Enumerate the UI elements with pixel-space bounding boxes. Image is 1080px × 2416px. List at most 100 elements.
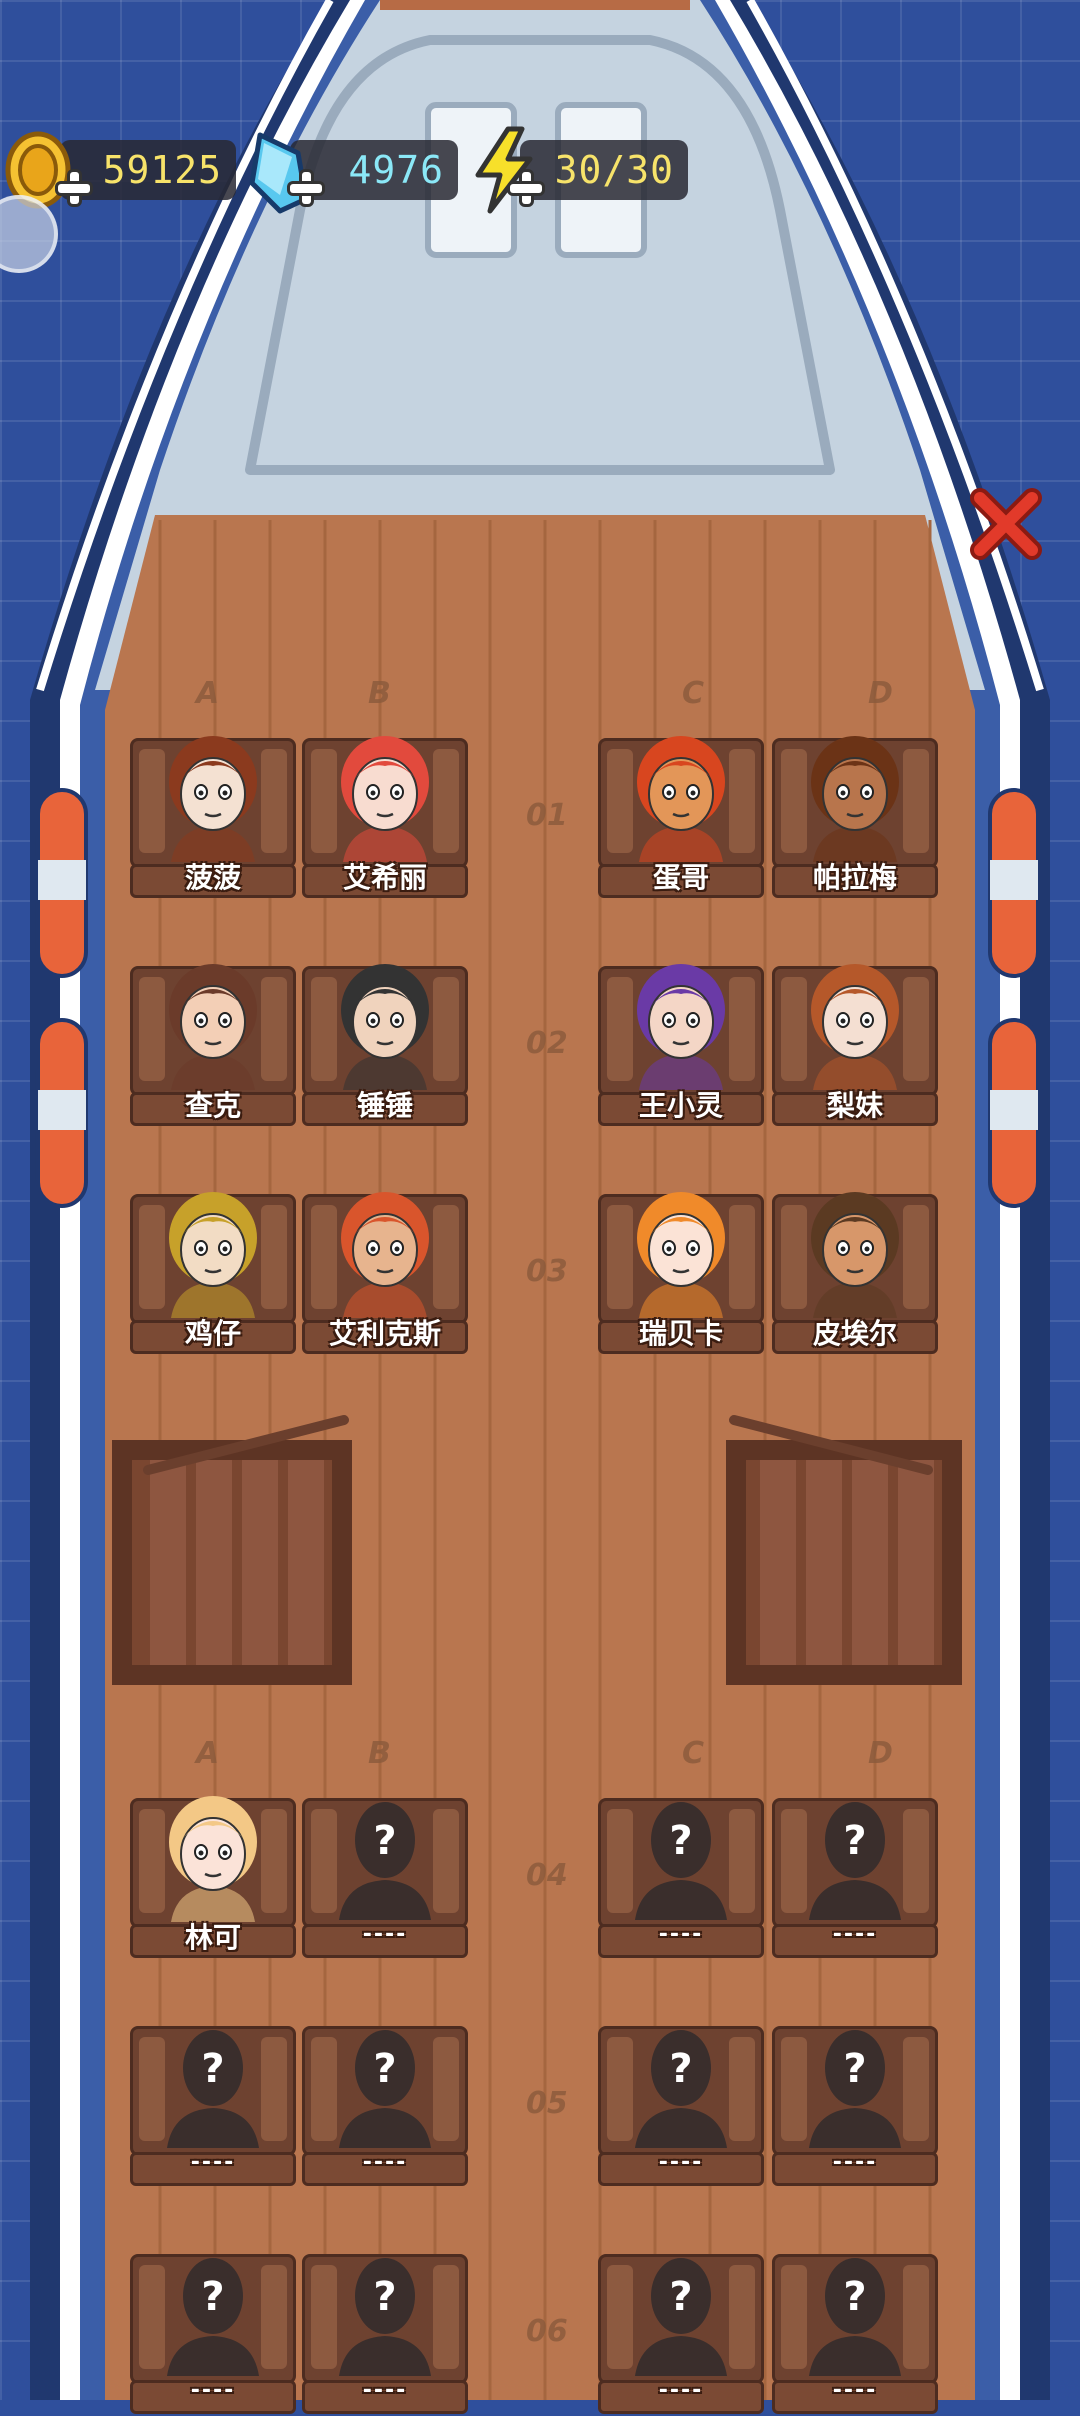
row-label: 02 (526, 1026, 568, 1061)
character-portrait (169, 964, 257, 1090)
character-portrait (637, 1192, 725, 1318)
seat-character-name: ---- (190, 2150, 236, 2175)
column-label: A (196, 676, 220, 711)
seat-character-name: ---- (832, 2378, 878, 2403)
character-portrait (637, 736, 725, 862)
life-ring-left-1 (36, 788, 88, 978)
unknown-character-silhouette: ? (809, 2030, 901, 2148)
svg-text:?: ? (843, 2046, 866, 2092)
add-energy-icon[interactable] (508, 170, 544, 206)
unknown-character-silhouette: ? (635, 2258, 727, 2376)
seat-character-name: 艾希丽 (342, 861, 427, 894)
seat-02-a[interactable]: 查克 (130, 964, 296, 1128)
stairwell-left (112, 1415, 352, 1685)
column-label: D (868, 1736, 893, 1771)
seat-06-a[interactable]: ? ---- (130, 2254, 296, 2416)
row-label: 04 (526, 1858, 568, 1893)
seat-01-d[interactable]: 帕拉梅 (772, 736, 938, 900)
character-portrait (811, 964, 899, 1090)
seat-character-name: ---- (832, 2150, 878, 2175)
unknown-character-silhouette: ? (809, 1802, 901, 1920)
seat-02-c[interactable]: 王小灵 (598, 964, 764, 1128)
character-portrait (341, 1192, 429, 1318)
seat-04-c[interactable]: ? ---- (598, 1798, 764, 1960)
seat-character-name: 菠菠 (184, 861, 241, 894)
seat-06-b[interactable]: ? ---- (302, 2254, 468, 2416)
character-portrait (169, 736, 257, 862)
unknown-character-silhouette: ? (635, 1802, 727, 1920)
column-label: D (868, 676, 893, 711)
seat-character-name: 林可 (184, 1921, 241, 1954)
svg-text:?: ? (843, 1818, 866, 1864)
coin-value: 59125 (102, 148, 222, 192)
unknown-character-silhouette: ? (339, 2030, 431, 2148)
row-label: 03 (526, 1254, 568, 1289)
column-label: B (368, 676, 391, 711)
seat-03-c[interactable]: 瑞贝卡 (598, 1192, 764, 1356)
seat-character-name: 艾利克斯 (328, 1317, 441, 1350)
seat-01-b[interactable]: 艾希丽 (302, 736, 468, 900)
svg-text:?: ? (373, 2274, 396, 2320)
seat-character-name: 瑞贝卡 (638, 1317, 723, 1350)
seat-03-d[interactable]: 皮埃尔 (772, 1192, 938, 1356)
column-label: B (368, 1736, 391, 1771)
column-label: A (196, 1736, 220, 1771)
energy-value: 30/30 (554, 148, 674, 192)
seat-character-name: ---- (362, 1922, 408, 1947)
seat-05-b[interactable]: ? ---- (302, 2026, 468, 2188)
seat-character-name: 王小灵 (638, 1089, 723, 1122)
seat-06-d[interactable]: ? ---- (772, 2254, 938, 2416)
seat-01-c[interactable]: 蛋哥 (598, 736, 764, 900)
seat-character-name: 皮埃尔 (812, 1317, 897, 1350)
seat-character-name: ---- (658, 2150, 704, 2175)
seat-01-a[interactable]: 菠菠 (130, 736, 296, 900)
gem-value: 4976 (348, 148, 444, 192)
seat-04-a[interactable]: 林可 (130, 1796, 296, 1960)
seat-character-name: 蛋哥 (652, 861, 709, 894)
row-label: 05 (526, 2086, 568, 2121)
character-portrait (637, 964, 725, 1090)
character-portrait (169, 1192, 257, 1318)
svg-text:?: ? (373, 2046, 396, 2092)
unknown-character-silhouette: ? (339, 1802, 431, 1920)
seat-06-c[interactable]: ? ---- (598, 2254, 764, 2416)
unknown-character-silhouette: ? (809, 2258, 901, 2376)
character-portrait (169, 1796, 257, 1922)
unknown-character-silhouette: ? (167, 2030, 259, 2148)
seat-character-name: ---- (362, 2150, 408, 2175)
svg-text:?: ? (201, 2274, 224, 2320)
seat-character-name: ---- (658, 2378, 704, 2403)
add-coins-icon[interactable] (56, 170, 92, 206)
character-portrait (811, 1192, 899, 1318)
seat-05-d[interactable]: ? ---- (772, 2026, 938, 2188)
seat-03-a[interactable]: 鸡仔 (130, 1192, 296, 1356)
row-label: 06 (526, 2314, 568, 2349)
close-icon[interactable] (966, 484, 1046, 564)
energy-counter[interactable]: 30/30 (520, 140, 688, 200)
seat-character-name: 帕拉梅 (812, 861, 897, 894)
svg-text:?: ? (373, 1818, 396, 1864)
unknown-character-silhouette: ? (339, 2258, 431, 2376)
seat-character-name: 查克 (184, 1089, 241, 1122)
svg-text:?: ? (669, 2046, 692, 2092)
seat-02-d[interactable]: 梨妹 (772, 964, 938, 1128)
seat-character-name: ---- (190, 2378, 236, 2403)
seat-character-name: ---- (832, 1922, 878, 1947)
seat-05-a[interactable]: ? ---- (130, 2026, 296, 2188)
row-label: 01 (526, 798, 568, 833)
seat-04-d[interactable]: ? ---- (772, 1798, 938, 1960)
seat-03-b[interactable]: 艾利克斯 (302, 1192, 468, 1356)
character-portrait (341, 964, 429, 1090)
add-gems-icon[interactable] (288, 170, 324, 206)
seat-character-name: 梨妹 (826, 1089, 883, 1122)
svg-text:?: ? (669, 2274, 692, 2320)
column-label: C (682, 676, 705, 711)
stairwell-right (726, 1415, 962, 1685)
svg-text:?: ? (669, 1818, 692, 1864)
seat-04-b[interactable]: ? ---- (302, 1798, 468, 1960)
svg-text:?: ? (843, 2274, 866, 2320)
seat-05-c[interactable]: ? ---- (598, 2026, 764, 2188)
unknown-character-silhouette: ? (635, 2030, 727, 2148)
seat-character-name: ---- (658, 1922, 704, 1947)
seat-02-b[interactable]: 锤锤 (302, 964, 468, 1128)
